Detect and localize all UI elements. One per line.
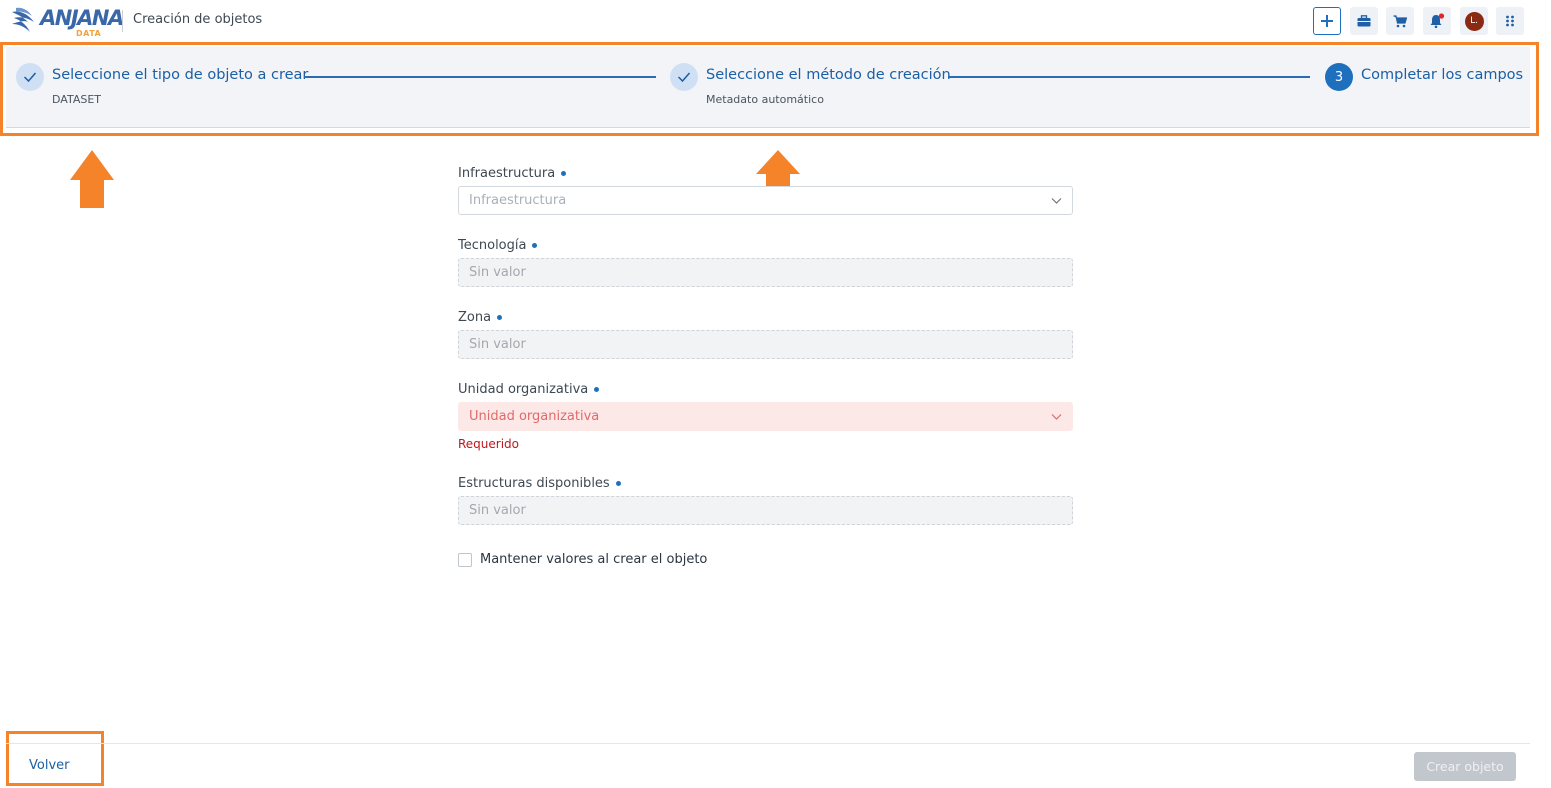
bell-icon <box>1430 13 1445 29</box>
required-dot <box>594 387 600 392</box>
required-dot <box>615 481 621 486</box>
required-dot <box>561 171 567 176</box>
user-menu-button[interactable]: L. <box>1460 7 1488 35</box>
plus-icon <box>1321 15 1333 27</box>
briefcase-icon <box>1357 15 1371 27</box>
annotation-arrow-up-icon <box>70 150 114 208</box>
chevron-down-icon <box>1051 414 1062 420</box>
infraestructura-select[interactable]: Infraestructura <box>458 186 1073 215</box>
apps-grid-icon <box>1506 15 1514 27</box>
field-label-zona: Zona <box>458 310 503 325</box>
notifications-button[interactable] <box>1423 7 1451 35</box>
anjana-logo[interactable]: ANJANA DATA <box>10 4 124 38</box>
back-button[interactable]: Volver <box>29 758 70 773</box>
logo-text: ANJANA <box>40 6 124 30</box>
top-bar: ANJANA DATA Creación de objetos L. <box>0 0 1551 42</box>
keep-values-label[interactable]: Mantener valores al crear el objeto <box>480 552 707 567</box>
unidad-organizativa-placeholder: Unidad organizativa <box>469 409 600 424</box>
logo-subtext: DATA <box>76 29 102 38</box>
footer-divider <box>6 743 1530 744</box>
logo-bird-icon <box>12 7 34 32</box>
required-dot <box>497 315 503 320</box>
tecnologia-field: Sin valor <box>458 258 1073 287</box>
field-label-infraestructura: Infraestructura <box>458 166 567 181</box>
zona-value: Sin valor <box>469 337 526 352</box>
tecnologia-value: Sin valor <box>469 265 526 280</box>
estructuras-field: Sin valor <box>458 496 1073 525</box>
estructuras-value: Sin valor <box>469 503 526 518</box>
avatar: L. <box>1464 11 1484 31</box>
apps-button[interactable] <box>1496 7 1524 35</box>
cart-icon <box>1393 14 1407 27</box>
zona-field: Sin valor <box>458 330 1073 359</box>
infraestructura-placeholder: Infraestructura <box>469 193 567 208</box>
field-label-unidad-organizativa: Unidad organizativa <box>458 382 600 397</box>
unidad-organizativa-select[interactable]: Unidad organizativa <box>458 402 1073 431</box>
keep-values-checkbox[interactable] <box>458 552 472 567</box>
create-new-button[interactable] <box>1313 7 1341 35</box>
workspace-button[interactable] <box>1350 7 1378 35</box>
chevron-down-icon <box>1051 198 1062 204</box>
page-title: Creación de objetos <box>133 12 263 27</box>
create-object-button[interactable]: Crear objeto <box>1414 752 1516 781</box>
required-dot <box>532 243 538 248</box>
keep-values-row[interactable]: Mantener valores al crear el objeto <box>458 552 707 567</box>
unidad-organizativa-error: Requerido <box>458 437 520 451</box>
cart-button[interactable] <box>1386 7 1414 35</box>
field-label-tecnologia: Tecnología <box>458 238 538 253</box>
field-label-estructuras: Estructuras disponibles <box>458 476 621 491</box>
stepper-highlight <box>0 42 1539 136</box>
header-divider <box>122 10 123 32</box>
